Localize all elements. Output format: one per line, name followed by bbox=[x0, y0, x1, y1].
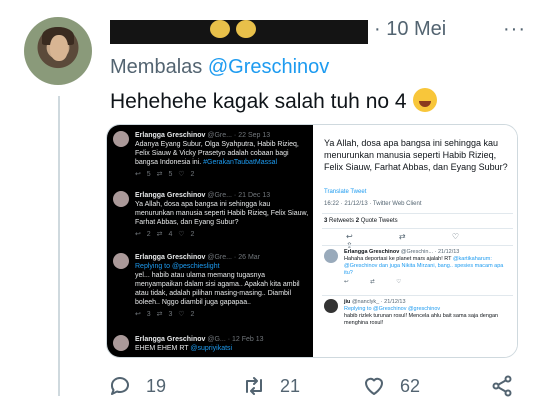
translate-link: Translate Tweet bbox=[324, 189, 367, 195]
replying-prefix: Membalas bbox=[110, 56, 203, 78]
retweet-icon bbox=[246, 377, 262, 395]
embedded-tweet: Erlangga Greschinov @Gre... · 22 Sep 13 … bbox=[113, 131, 309, 179]
embedded-timestamp: 16:22 · 21/12/13 · Twitter Web Client bbox=[324, 201, 422, 207]
tweet-actions: 19 21 62 bbox=[106, 374, 518, 400]
avatar bbox=[324, 299, 338, 313]
tweet-text: Hehehehe kagak salah tuh no 4 bbox=[110, 88, 437, 114]
avatar bbox=[113, 191, 129, 207]
avatar[interactable] bbox=[24, 17, 92, 85]
embedded-tweet: Erlangga Greschinov @Gre... · 26 Mar Rep… bbox=[113, 253, 309, 319]
emoji-icon bbox=[210, 20, 230, 38]
tweet-date[interactable]: · 10 Mei bbox=[374, 18, 446, 41]
like-count: 62 bbox=[400, 375, 421, 396]
more-menu-icon[interactable]: ··· bbox=[503, 18, 526, 41]
tweet-header: · 10 Mei ··· bbox=[110, 18, 530, 50]
replying-to: Membalas @Greschinov bbox=[110, 56, 329, 79]
embedded-tweet: Erlangga Greschinov @Gre... · 21 Dec 13 … bbox=[113, 191, 309, 239]
avatar bbox=[113, 131, 129, 147]
reply-button[interactable]: 19 bbox=[108, 374, 166, 398]
avatar bbox=[113, 335, 129, 351]
avatar bbox=[324, 249, 338, 263]
retweet-count: 21 bbox=[280, 375, 301, 396]
zany-face-emoji-icon bbox=[412, 88, 437, 112]
embedded-tweet: Erlangga Greschinov @G... · 12 Feb 13 EH… bbox=[113, 335, 309, 353]
replying-handle-link[interactable]: @Greschinov bbox=[208, 56, 329, 78]
retweet-button[interactable]: 21 bbox=[242, 374, 300, 398]
avatar bbox=[113, 253, 129, 269]
embedded-action-icons: ↩ ⇄ ♡ ⇪ bbox=[346, 232, 482, 250]
thread-line bbox=[58, 96, 60, 396]
media-image-right[interactable]: Ya Allah, dosa apa bangsa ini sehingga k… bbox=[316, 125, 517, 357]
embedded-main-text: Ya Allah, dosa apa bangsa ini sehingga k… bbox=[324, 138, 508, 172]
emoji-icon bbox=[236, 20, 256, 38]
tweet-body: Hehehehe kagak salah tuh no 4 bbox=[110, 90, 407, 113]
share-icon bbox=[492, 375, 512, 397]
embedded-reply: Erlangga Greschinov @Greschin... · 21/12… bbox=[324, 249, 513, 286]
reply-count: 19 bbox=[146, 375, 167, 396]
like-button[interactable]: 62 bbox=[362, 374, 420, 398]
heart-icon bbox=[365, 377, 383, 395]
share-button[interactable] bbox=[490, 374, 528, 398]
reply-icon bbox=[110, 377, 129, 395]
tweet-media[interactable]: Erlangga Greschinov @Gre... · 22 Sep 13 … bbox=[106, 124, 518, 358]
embedded-reply: jiu @nanclyk_ · 21/12/13 Replying to @Gr… bbox=[324, 299, 513, 327]
media-image-left[interactable]: Erlangga Greschinov @Gre... · 22 Sep 13 … bbox=[107, 125, 313, 357]
embedded-stats: 3 Retweets 2 Quote Tweets bbox=[324, 218, 398, 224]
